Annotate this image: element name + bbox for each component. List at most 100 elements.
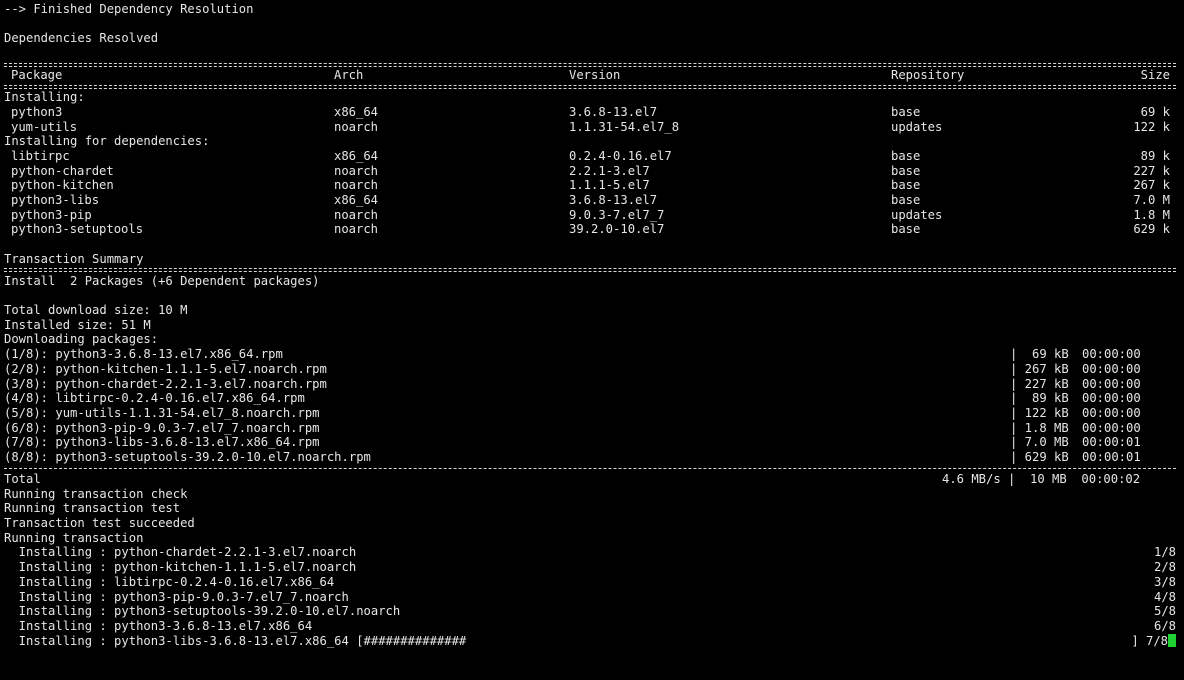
install-count: 2/8 — [1153, 560, 1176, 575]
download-name: (1/8): python3-3.6.8-13.el7.x86_64.rpm — [4, 347, 283, 362]
install-progress-text: Installing : python3-libs-3.6.8-13.el7.x… — [4, 633, 467, 648]
download-size: | 267 kB — [1010, 361, 1069, 376]
install-text: Installing : python3-3.6.8-13.el7.x86_64 — [4, 618, 313, 633]
total-line: Total 4.6 MB/s | 10 MB 00:00:02 — [4, 472, 1176, 487]
install-text: Installing : python-kitchen-1.1.1-5.el7.… — [4, 560, 357, 575]
download-name: (8/8): python3-setuptools-39.2.0-10.el7.… — [4, 449, 371, 464]
download-name: (4/8): libtirpc-0.2.4-0.16.el7.x86_64.rp… — [4, 391, 305, 406]
install-count: 3/8 — [1153, 574, 1176, 589]
download-size: | 1.8 MB — [1010, 420, 1069, 435]
package-arch: x86_64 — [334, 192, 379, 207]
package-version: 3.6.8-13.el7 — [569, 104, 658, 119]
install-count: 4/8 — [1153, 589, 1176, 604]
download-row: (4/8): libtirpc-0.2.4-0.16.el7.x86_64.rp… — [4, 391, 1176, 406]
double-separator — [4, 266, 1176, 273]
transaction-check: Running transaction check — [4, 486, 188, 501]
table-header: Package Arch Version Repository Size — [4, 68, 1176, 83]
package-name: libtirpc — [11, 148, 70, 163]
total-download-size: Total download size: 10 M — [4, 303, 188, 318]
package-name: python3-pip — [11, 207, 92, 222]
download-time: 00:00:00 — [1082, 420, 1141, 435]
package-row: yum-utils noarch 1.1.31-54.el7_8 updates 122… — [4, 120, 1176, 135]
package-arch: noarch — [334, 163, 379, 178]
install-row: Installing : python-chardet-2.2.1-3.el7.… — [4, 545, 1176, 560]
installing-label: Installing: — [4, 90, 85, 105]
package-repo: base — [891, 104, 921, 119]
download-row: (8/8): python3-setuptools-39.2.0-10.el7.… — [4, 450, 1176, 465]
install-text: Installing : python3-setuptools-39.2.0-1… — [4, 604, 401, 619]
package-name: python3-libs — [11, 192, 100, 207]
package-size: 267 k — [1133, 178, 1170, 193]
download-size: | 7.0 MB — [1010, 435, 1069, 450]
package-name: python-kitchen — [11, 178, 114, 193]
resolved-line: Dependencies Resolved — [4, 31, 159, 46]
total-label: Total — [4, 472, 41, 486]
downloading-label: Downloading packages: — [4, 332, 159, 347]
package-repo: updates — [891, 119, 943, 134]
download-time: 00:00:00 — [1082, 361, 1141, 376]
total-rate: 4.6 MB/s | 10 MB 00:00:02 — [942, 472, 1141, 486]
package-row: python-chardet noarch 2.2.1-3.el7 base 227 k — [4, 164, 1176, 179]
install-text: Installing : python3-pip-9.0.3-7.el7_7.n… — [4, 589, 349, 604]
download-time: 00:00:00 — [1082, 347, 1141, 362]
install-text: Installing : libtirpc-0.2.4-0.16.el7.x86… — [4, 574, 335, 589]
package-name: python3-setuptools — [11, 222, 144, 237]
install-summary: Install 2 Packages (+6 Dependent package… — [4, 273, 320, 288]
package-arch: x86_64 — [334, 104, 379, 119]
header-arch: Arch — [334, 68, 364, 83]
package-name: yum-utils — [11, 119, 78, 134]
package-arch: noarch — [334, 119, 379, 134]
download-size: | 629 kB — [1010, 449, 1069, 464]
package-version: 1.1.1-5.el7 — [569, 178, 650, 193]
package-size: 227 k — [1133, 163, 1170, 178]
download-time: 00:00:01 — [1082, 449, 1141, 464]
package-arch: noarch — [334, 178, 379, 193]
package-arch: noarch — [334, 222, 379, 237]
package-row: python3 x86_64 3.6.8-13.el7 base 69 k — [4, 105, 1176, 120]
package-repo: base — [891, 178, 921, 193]
double-separator — [4, 83, 1176, 90]
package-version: 1.1.31-54.el7_8 — [569, 119, 680, 134]
download-row: (2/8): python-kitchen-1.1.1-5.el7.noarch… — [4, 362, 1176, 377]
package-size: 69 k — [1140, 104, 1170, 119]
package-size: 629 k — [1133, 222, 1170, 237]
download-row: (1/8): python3-3.6.8-13.el7.x86_64.rpm | … — [4, 347, 1176, 362]
download-time: 00:00:00 — [1082, 376, 1141, 391]
package-size: 89 k — [1140, 148, 1170, 163]
header-size: Size — [1140, 68, 1170, 83]
install-row: Installing : libtirpc-0.2.4-0.16.el7.x86… — [4, 575, 1176, 590]
package-version: 39.2.0-10.el7 — [569, 222, 665, 237]
package-version: 9.0.3-7.el7_7 — [569, 207, 665, 222]
download-size: | 89 kB — [1010, 391, 1069, 406]
install-count: 5/8 — [1153, 604, 1176, 619]
package-row: python3-libs x86_64 3.6.8-13.el7 base 7.0 M — [4, 193, 1176, 208]
running-transaction: Running transaction — [4, 530, 144, 545]
download-name: (6/8): python3-pip-9.0.3-7.el7_7.noarch.… — [4, 420, 320, 435]
download-row: (6/8): python3-pip-9.0.3-7.el7_7.noarch.… — [4, 421, 1176, 436]
package-repo: base — [891, 192, 921, 207]
summary-title: Transaction Summary — [4, 251, 144, 266]
package-repo: updates — [891, 207, 943, 222]
finished-line: --> Finished Dependency Resolution — [4, 2, 254, 16]
download-size: | 122 kB — [1010, 405, 1069, 420]
install-count: 6/8 — [1153, 618, 1176, 633]
single-separator — [4, 465, 1176, 472]
package-version: 2.2.1-3.el7 — [569, 163, 650, 178]
download-size: | 227 kB — [1010, 376, 1069, 391]
download-size: | 69 kB — [1010, 347, 1069, 362]
terminal[interactable]: --> Finished Dependency Resolution Depen… — [0, 0, 1184, 680]
download-name: (7/8): python3-libs-3.6.8-13.el7.x86_64.… — [4, 435, 320, 450]
package-size: 122 k — [1133, 119, 1170, 134]
header-package: Package — [11, 68, 63, 83]
package-name: python3 — [11, 104, 63, 119]
download-row: (3/8): python-chardet-2.2.1-3.el7.noarch… — [4, 377, 1176, 392]
download-name: (5/8): yum-utils-1.1.31-54.el7_8.noarch.… — [4, 405, 320, 420]
install-progress-count-wrap: ] 7/8 — [1131, 633, 1176, 649]
install-text: Installing : python-chardet-2.2.1-3.el7.… — [4, 545, 357, 560]
deps-label: Installing for dependencies: — [4, 134, 210, 149]
installed-size: Installed size: 51 M — [4, 317, 151, 332]
install-progress-count: ] 7/8 — [1131, 633, 1168, 648]
